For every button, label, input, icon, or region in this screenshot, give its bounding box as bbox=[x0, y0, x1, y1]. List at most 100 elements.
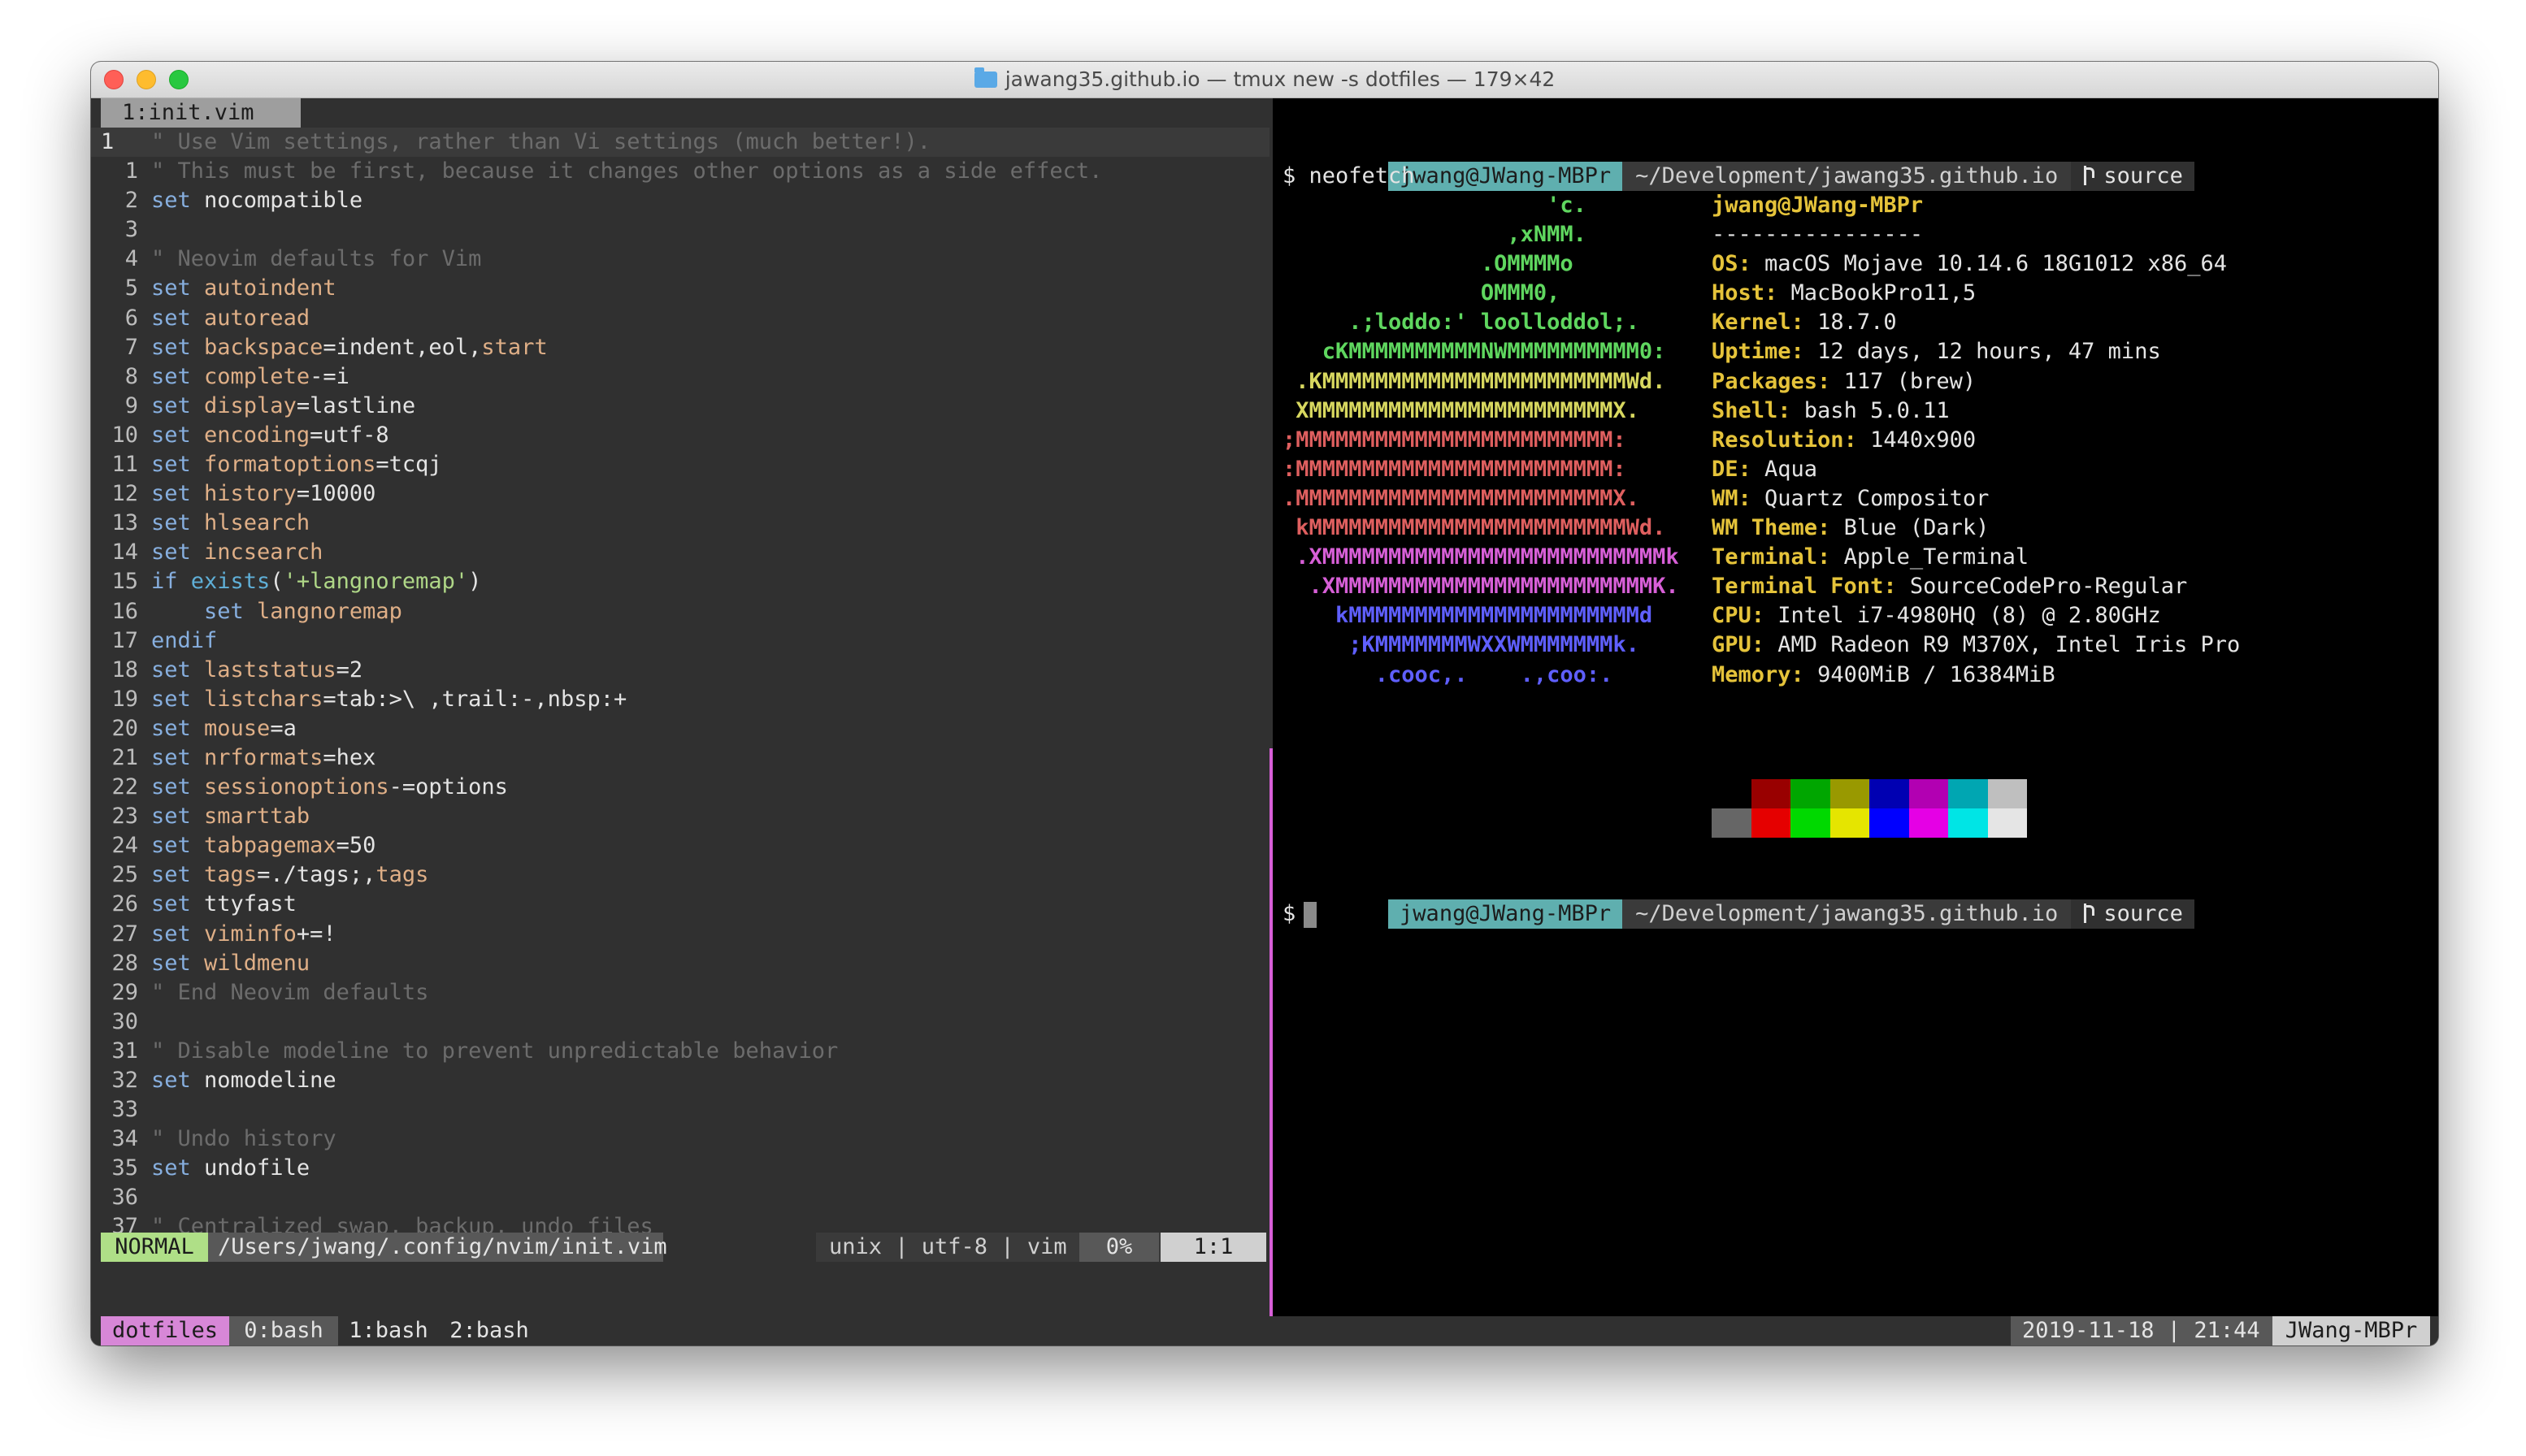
neofetch-info: jwang@JWang-MBPr ---------------- OS: ma… bbox=[1712, 191, 2240, 690]
vim-line[interactable]: 2 set nocompatible bbox=[91, 186, 1270, 215]
vim-buffer[interactable]: 1 " Use Vim settings, rather than Vi sett… bbox=[91, 128, 1270, 1239]
line-text: set tabpagemax=50 bbox=[151, 831, 375, 860]
info-value: Intel i7-4980HQ (8) @ 2.80GHz bbox=[1777, 603, 2161, 629]
vim-line[interactable]: 21 set nrformats=hex bbox=[91, 743, 1270, 773]
line-number: 26 bbox=[111, 891, 138, 917]
logo-line: ;KMMMMMMMWXXWMMMMMMMk. bbox=[1283, 632, 1639, 658]
vim-line[interactable]: 10 set encoding=utf-8 bbox=[91, 421, 1270, 450]
vim-line[interactable]: 12 set history=10000 bbox=[91, 479, 1270, 509]
code-token: listchars bbox=[204, 686, 323, 712]
tmux-window-2[interactable]: 2:bash bbox=[439, 1316, 540, 1346]
line-number: 2 bbox=[124, 188, 138, 214]
shell-pane[interactable]: jwang@JWang-MBPr ~/Development/jawang35.g… bbox=[1273, 98, 2438, 1316]
info-value: 18.7.0 bbox=[1817, 310, 1897, 336]
code-token: set bbox=[151, 275, 205, 301]
line-number: 8 bbox=[124, 363, 138, 389]
vim-line[interactable]: 13 set hlsearch bbox=[91, 509, 1270, 538]
vim-line[interactable]: 22 set sessionoptions-=options bbox=[91, 773, 1270, 802]
code-token: +=! bbox=[296, 921, 336, 947]
vim-line[interactable]: 3 bbox=[91, 215, 1270, 245]
git-branch-icon bbox=[2079, 166, 2095, 185]
vim-line[interactable]: 16 set langnoremap bbox=[91, 597, 1270, 626]
code-token: =tab:>\ ,trail:-,nbsp:+ bbox=[323, 686, 627, 712]
code-token: tags bbox=[375, 862, 429, 888]
line-text: set formatoptions=tcqj bbox=[151, 450, 442, 479]
line-text: set ttyfast bbox=[151, 890, 297, 919]
window-title: jawang35.github.io — tmux new -s dotfile… bbox=[91, 62, 2438, 98]
vim-line[interactable]: 19 set listchars=tab:>\ ,trail:-,nbsp:+ bbox=[91, 685, 1270, 714]
code-token: laststatus bbox=[204, 656, 336, 682]
code-token: " This must be first, because it changes… bbox=[151, 158, 1103, 184]
command-input-line[interactable]: $ bbox=[1283, 899, 1317, 929]
vim-line[interactable]: 1 " Use Vim settings, rather than Vi sett… bbox=[91, 128, 1270, 158]
code-token: set bbox=[151, 452, 205, 478]
info-row: DE: Aqua bbox=[1712, 455, 2240, 484]
line-text: " End Neovim defaults bbox=[151, 978, 428, 1008]
line-text: set nomodeline bbox=[151, 1066, 336, 1095]
palette-row-normal bbox=[1712, 779, 2027, 808]
vim-line[interactable]: 5 set autoindent bbox=[91, 274, 1270, 303]
line-number: 24 bbox=[111, 833, 138, 859]
line-text: " Use Vim settings, rather than Vi setti… bbox=[151, 128, 931, 157]
vim-line[interactable]: 29 " End Neovim defaults bbox=[91, 978, 1270, 1008]
line-text: set autoread bbox=[151, 304, 310, 333]
vim-line[interactable]: 34 " Undo history bbox=[91, 1124, 1270, 1154]
vim-line[interactable]: 11 set formatoptions=tcqj bbox=[91, 450, 1270, 479]
vim-line[interactable]: 15 if exists('+langnoremap') bbox=[91, 567, 1270, 596]
vim-line[interactable]: 9 set display=lastline bbox=[91, 392, 1270, 421]
vim-line[interactable]: 17 endif bbox=[91, 626, 1270, 656]
vim-line[interactable]: 23 set smarttab bbox=[91, 802, 1270, 831]
vim-line[interactable]: 31 " Disable modeline to prevent unpredic… bbox=[91, 1037, 1270, 1066]
code-token: =50 bbox=[336, 833, 376, 859]
title-bar[interactable]: jawang35.github.io — tmux new -s dotfile… bbox=[91, 62, 2438, 98]
line-number: 21 bbox=[111, 744, 138, 770]
vim-line[interactable]: 33 bbox=[91, 1095, 1270, 1124]
vim-line[interactable]: 4 " Neovim defaults for Vim bbox=[91, 245, 1270, 274]
vim-line[interactable]: 6 set autoread bbox=[91, 304, 1270, 333]
vim-line[interactable]: 27 set viminfo+=! bbox=[91, 920, 1270, 949]
code-token: =tcqj bbox=[375, 452, 442, 478]
info-key: DE bbox=[1712, 456, 1738, 482]
vim-line[interactable]: 36 bbox=[91, 1183, 1270, 1212]
color-swatch bbox=[1829, 779, 1869, 808]
tmux-hostname: JWang-MBPr bbox=[2272, 1316, 2430, 1346]
line-number: 35 bbox=[111, 1155, 138, 1181]
vim-line[interactable]: 24 set tabpagemax=50 bbox=[91, 831, 1270, 860]
vim-line[interactable]: 7 set backspace=indent,eol,start bbox=[91, 333, 1270, 362]
vim-line[interactable]: 20 set mouse=a bbox=[91, 714, 1270, 743]
code-token: =utf-8 bbox=[310, 422, 389, 448]
code-token: set bbox=[151, 891, 205, 917]
logo-line: cKMMMMMMMMMMNWMMMMMMMMMM0: bbox=[1283, 339, 1666, 365]
vim-line[interactable]: 35 set undofile bbox=[91, 1154, 1270, 1183]
vim-line[interactable]: 32 set nomodeline bbox=[91, 1066, 1270, 1095]
line-number: 4 bbox=[124, 246, 138, 272]
tmux-window-0[interactable]: 0:bash bbox=[229, 1316, 338, 1346]
code-token: viminfo bbox=[204, 921, 297, 947]
line-number: 13 bbox=[111, 510, 138, 536]
tmux-window-1[interactable]: 1:bash bbox=[338, 1316, 439, 1346]
vim-line[interactable]: 25 set tags=./tags;,tags bbox=[91, 860, 1270, 890]
vim-tab-init[interactable]: 1:init.vim bbox=[101, 98, 301, 128]
code-token: set bbox=[151, 363, 205, 389]
line-number: 31 bbox=[111, 1038, 138, 1064]
logo-line: .KMMMMMMMMMMMMMMMMMMMMMMMWd. bbox=[1283, 368, 1666, 394]
vim-line[interactable]: 1 " This must be first, because it change… bbox=[91, 157, 1270, 186]
color-swatch bbox=[1987, 808, 2027, 838]
info-value: MacBookPro11,5 bbox=[1790, 280, 1977, 306]
vim-line[interactable]: 26 set ttyfast bbox=[91, 890, 1270, 919]
line-number: 5 bbox=[124, 275, 138, 301]
vim-line[interactable]: 8 set complete-=i bbox=[91, 362, 1270, 392]
vim-line[interactable]: 30 bbox=[91, 1008, 1270, 1037]
line-number: 1 bbox=[101, 129, 115, 154]
vim-line[interactable]: 18 set laststatus=2 bbox=[91, 656, 1270, 685]
code-token: endif bbox=[151, 627, 218, 653]
code-token: tags bbox=[204, 862, 258, 888]
code-token: tabpagemax bbox=[204, 833, 336, 859]
code-token: history bbox=[204, 481, 297, 507]
vim-pane[interactable]: 1:init.vim 1 " Use Vim settings, rather t… bbox=[91, 98, 1270, 1316]
color-swatch bbox=[1908, 808, 1948, 838]
command-line: $ neofetch bbox=[1283, 163, 1415, 188]
prompt-line-2: jwang@JWang-MBPr ~/Development/jawang35.g… bbox=[1283, 870, 2194, 929]
vim-line[interactable]: 14 set incsearch bbox=[91, 538, 1270, 567]
vim-line[interactable]: 28 set wildmenu bbox=[91, 949, 1270, 978]
